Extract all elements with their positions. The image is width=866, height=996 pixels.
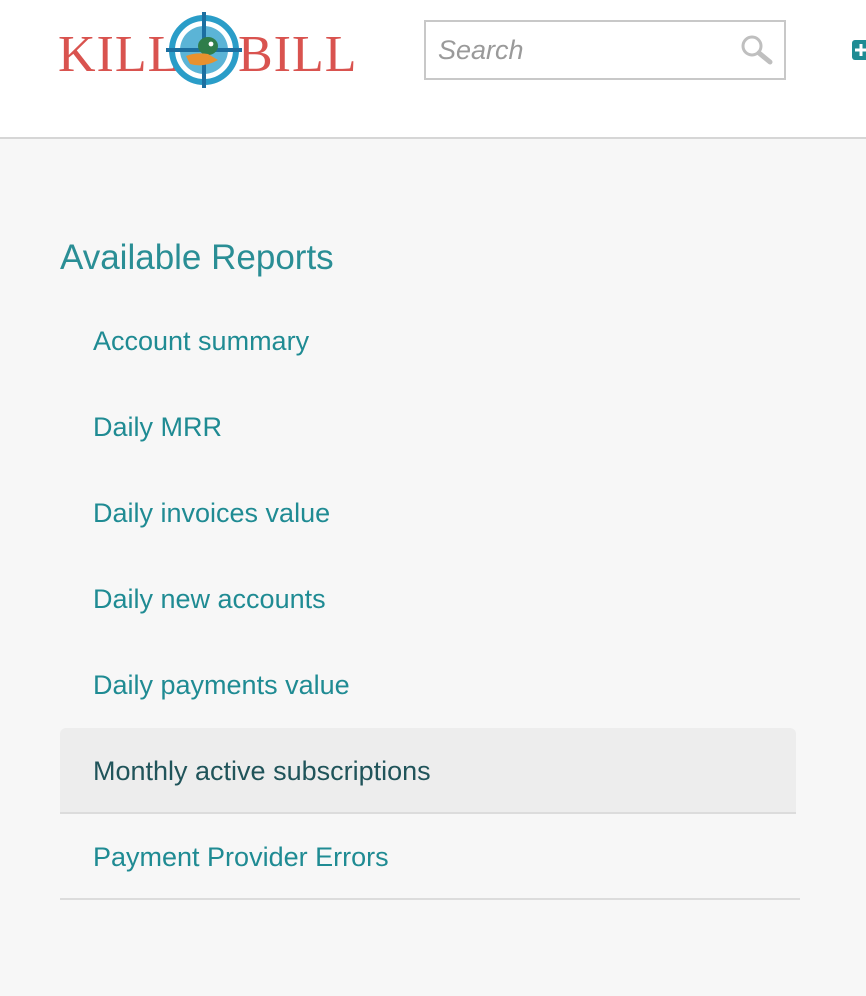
report-link-payment-provider-errors[interactable]: Payment Provider Errors	[60, 814, 800, 900]
report-link-monthly-active-subscriptions[interactable]: Monthly active subscriptions	[60, 728, 796, 814]
plus-square-icon[interactable]	[848, 38, 866, 62]
report-link-daily-payments-value[interactable]: Daily payments value	[60, 642, 800, 728]
killbill-logo[interactable]: KILL BILL	[58, 12, 358, 90]
page-title: Available Reports	[60, 238, 334, 277]
killbill-logo-image: KILL BILL	[58, 12, 358, 88]
report-list: Account summary Daily MRR Daily invoices…	[60, 298, 800, 900]
search-icon[interactable]	[738, 32, 776, 68]
report-link-account-summary[interactable]: Account summary	[60, 298, 800, 384]
top-header: KILL BILL	[0, 0, 866, 139]
report-link-daily-new-accounts[interactable]: Daily new accounts	[60, 556, 800, 642]
search-box	[424, 20, 786, 80]
report-link-daily-invoices-value[interactable]: Daily invoices value	[60, 470, 800, 556]
report-link-daily-mrr[interactable]: Daily MRR	[60, 384, 800, 470]
search-input[interactable]	[426, 22, 726, 78]
svg-text:BILL: BILL	[238, 26, 358, 83]
svg-text:KILL: KILL	[58, 26, 180, 83]
